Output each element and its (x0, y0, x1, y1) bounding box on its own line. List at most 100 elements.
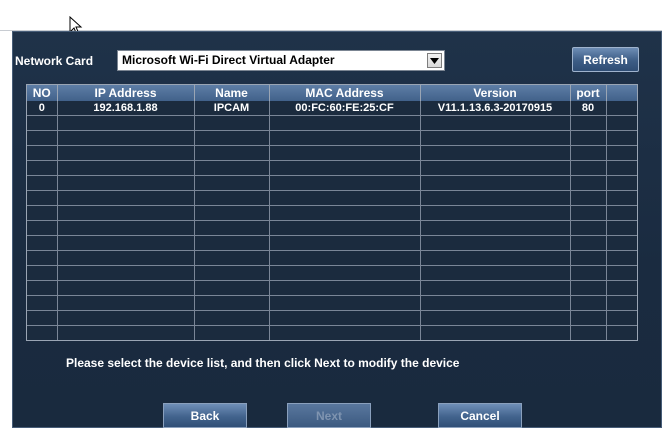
table-row[interactable] (27, 130, 637, 146)
table-cell (27, 325, 58, 340)
column-header-no[interactable]: NO (27, 85, 58, 101)
table-cell (570, 310, 607, 326)
dropdown-arrow-icon[interactable] (427, 53, 442, 68)
table-cell (269, 205, 421, 221)
table-cell (420, 280, 571, 296)
column-header-name[interactable]: Name (194, 85, 270, 101)
top-strip (0, 0, 662, 31)
table-row[interactable] (27, 235, 637, 251)
table-cell (420, 190, 571, 206)
table-cell (57, 280, 195, 296)
table-row[interactable] (27, 220, 637, 236)
table-cell (194, 175, 270, 191)
table-cell (570, 325, 607, 340)
cancel-button[interactable]: Cancel (438, 403, 522, 428)
table-row[interactable] (27, 325, 637, 340)
table-cell (194, 250, 270, 266)
table-cell (420, 115, 571, 131)
table-cell (606, 235, 637, 251)
table-cell (570, 220, 607, 236)
table-cell (57, 220, 195, 236)
table-cell (57, 250, 195, 266)
column-header-version[interactable]: Version (420, 85, 571, 101)
table-cell (194, 115, 270, 131)
table-cell (194, 160, 270, 176)
table-cell (27, 265, 58, 281)
table-cell (606, 115, 637, 131)
table-cell (269, 160, 421, 176)
table-cell (606, 310, 637, 326)
table-row[interactable] (27, 190, 637, 206)
table-cell (606, 280, 637, 296)
table-cell (606, 190, 637, 206)
table-cell (27, 130, 58, 146)
table-cell (194, 280, 270, 296)
table-cell (420, 205, 571, 221)
table-cell (420, 250, 571, 266)
table-cell (420, 130, 571, 146)
table-cell (570, 115, 607, 131)
column-header-mac[interactable]: MAC Address (269, 85, 421, 101)
table-cell: 00:FC:60:FE:25:CF (269, 101, 421, 116)
table-row[interactable] (27, 295, 637, 311)
table-row[interactable] (27, 265, 637, 281)
table-row[interactable]: 0 192.168.1.88 IPCAM 00:FC:60:FE:25:CF V11.1… (27, 101, 637, 116)
table-cell (27, 280, 58, 296)
table-cell (420, 325, 571, 340)
table-cell (606, 145, 637, 161)
table-cell (269, 175, 421, 191)
table-cell (194, 205, 270, 221)
table-cell (570, 190, 607, 206)
table-cell (27, 235, 58, 251)
table-cell (570, 130, 607, 146)
table-cell (606, 160, 637, 176)
table-row[interactable] (27, 115, 637, 131)
table-cell (57, 145, 195, 161)
table-cell (27, 205, 58, 221)
table-cell (194, 220, 270, 236)
table-cell (269, 250, 421, 266)
column-header-port[interactable]: port (570, 85, 607, 101)
table-row[interactable] (27, 280, 637, 296)
table-cell (57, 190, 195, 206)
table-cell (420, 310, 571, 326)
column-header-filler (606, 85, 637, 101)
table-cell (269, 310, 421, 326)
table-cell (57, 265, 195, 281)
table-cell (194, 265, 270, 281)
table-cell (269, 130, 421, 146)
table-row[interactable] (27, 175, 637, 191)
table-cell (57, 295, 195, 311)
table-cell (570, 265, 607, 281)
table-cell: IPCAM (194, 101, 270, 116)
back-button[interactable]: Back (163, 403, 247, 428)
table-row[interactable] (27, 160, 637, 176)
table-cell (420, 235, 571, 251)
network-card-value: Microsoft Wi-Fi Direct Virtual Adapter (122, 53, 335, 67)
table-cell (570, 175, 607, 191)
table-row[interactable] (27, 310, 637, 326)
table-cell (27, 310, 58, 326)
table-cell (606, 295, 637, 311)
table-cell (57, 175, 195, 191)
table-cell (420, 145, 571, 161)
table-row[interactable] (27, 250, 637, 266)
network-card-label: Network Card (15, 54, 94, 68)
table-row[interactable] (27, 205, 637, 221)
table-cell (606, 130, 637, 146)
table-cell (606, 250, 637, 266)
next-button[interactable]: Next (287, 403, 371, 428)
column-header-ip[interactable]: IP Address (57, 85, 195, 101)
table-cell (57, 235, 195, 251)
table-cell (194, 145, 270, 161)
table-cell (269, 190, 421, 206)
table-cell (269, 235, 421, 251)
network-card-select[interactable]: Microsoft Wi-Fi Direct Virtual Adapter (117, 50, 445, 71)
table-row[interactable] (27, 145, 637, 161)
table-cell (57, 325, 195, 340)
table-cell (57, 310, 195, 326)
table-cell (57, 160, 195, 176)
refresh-button[interactable]: Refresh (572, 47, 639, 72)
table-cell (194, 325, 270, 340)
table-cell (570, 250, 607, 266)
